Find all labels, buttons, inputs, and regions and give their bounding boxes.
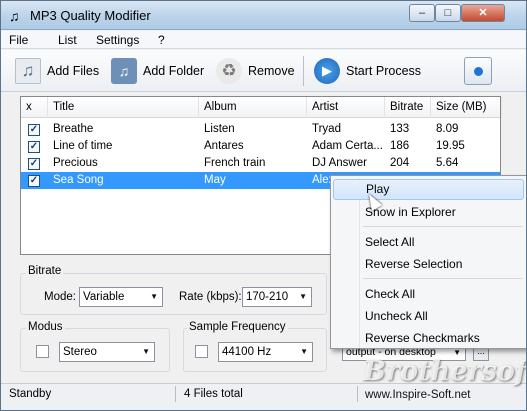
table-row[interactable]: ✓ Breathe Listen Tryad 133 8.09 bbox=[21, 121, 500, 138]
row-title: Breathe bbox=[53, 123, 94, 135]
sample-frequency-label: Sample Frequency bbox=[187, 321, 288, 333]
row-size: 5.64 bbox=[436, 157, 459, 169]
table-row[interactable]: ✓ Precious French train DJ Answer 204 5.… bbox=[21, 155, 500, 172]
column-bitrate[interactable]: Bitrate bbox=[385, 97, 431, 118]
menu-settings[interactable]: Settings bbox=[96, 33, 139, 47]
row-title: Precious bbox=[53, 157, 98, 169]
list-header: x Title Album Artist Bitrate Size (MB) bbox=[21, 97, 502, 118]
table-row[interactable]: ✓ Line of time Antares Adam Certa... 186… bbox=[21, 138, 500, 155]
remove-button[interactable]: ♻ Remove bbox=[216, 56, 295, 86]
row-bitrate: 133 bbox=[390, 123, 410, 135]
row-artist: DJ Answer bbox=[312, 157, 367, 169]
window-title: MP3 Quality Modifier bbox=[30, 8, 151, 23]
row-bitrate: 186 bbox=[390, 140, 410, 152]
add-folder-button[interactable]: ♫ Add Folder bbox=[111, 56, 204, 86]
music-file-icon: ♫ bbox=[15, 58, 41, 84]
column-check[interactable]: x bbox=[21, 97, 48, 118]
row-artist: Tryad bbox=[312, 123, 341, 135]
file-count: 4 Files total bbox=[184, 388, 243, 400]
mode-select-value: Variable bbox=[83, 291, 125, 303]
row-size: 8.09 bbox=[436, 123, 459, 135]
website-link[interactable]: www.Inspire-Soft.net bbox=[365, 389, 470, 401]
sample-frequency-checkbox[interactable] bbox=[195, 345, 208, 358]
row-album: Listen bbox=[204, 123, 235, 135]
mode-select[interactable]: Variable ▼ bbox=[79, 287, 163, 307]
row-size: 19.95 bbox=[436, 140, 465, 152]
chevron-down-icon: ▼ bbox=[142, 347, 150, 356]
menu-item-check-all[interactable]: Check All bbox=[333, 284, 524, 305]
close-button[interactable]: ✕ bbox=[461, 4, 505, 22]
row-bitrate: 204 bbox=[390, 157, 410, 169]
menu-item-select-all[interactable]: Select All bbox=[333, 232, 524, 253]
menu-item-reverse-selection[interactable]: Reverse Selection bbox=[333, 254, 524, 275]
context-menu-separator bbox=[363, 226, 522, 227]
menu-item-uncheck-all[interactable]: Uncheck All bbox=[333, 306, 524, 327]
row-checkbox[interactable]: ✓ bbox=[28, 124, 40, 136]
toolbar-separator bbox=[303, 56, 304, 86]
menu-item-show-in-explorer[interactable]: Show in Explorer bbox=[333, 202, 524, 223]
row-checkbox[interactable]: ✓ bbox=[28, 158, 40, 170]
context-menu-separator bbox=[363, 278, 522, 279]
add-files-button[interactable]: ♫ Add Files bbox=[15, 56, 99, 86]
menu-help[interactable]: ? bbox=[158, 33, 165, 47]
remove-label: Remove bbox=[248, 64, 295, 78]
rate-select[interactable]: 170-210 ▼ bbox=[242, 287, 312, 307]
row-title: Sea Song bbox=[53, 174, 104, 186]
chevron-down-icon: ▼ bbox=[300, 347, 308, 356]
brothersoft-watermark: Brothersoft bbox=[363, 356, 527, 387]
minimize-button[interactable]: ‒ bbox=[409, 4, 435, 22]
music-note-icon: ♫ bbox=[9, 8, 20, 24]
row-title: Line of time bbox=[53, 140, 113, 152]
row-album: French train bbox=[204, 157, 266, 169]
chevron-down-icon: ▼ bbox=[150, 292, 158, 301]
add-folder-label: Add Folder bbox=[143, 64, 205, 78]
maximize-button[interactable]: □ bbox=[435, 4, 461, 22]
row-checkbox[interactable]: ✓ bbox=[28, 175, 40, 187]
row-album: May bbox=[204, 174, 226, 186]
modus-select[interactable]: Stereo ▼ bbox=[59, 342, 155, 362]
sample-frequency-select[interactable]: 44100 Hz ▼ bbox=[218, 342, 313, 362]
status-text: Standby bbox=[9, 388, 52, 400]
menu-item-play[interactable]: Play bbox=[333, 179, 524, 200]
chevron-down-icon: ▼ bbox=[299, 292, 307, 301]
main-window: ♫ MP3 Quality Modifier ‒ □ ✕ File List S… bbox=[0, 0, 527, 411]
row-checkbox[interactable]: ✓ bbox=[28, 141, 40, 153]
column-album[interactable]: Album bbox=[199, 97, 307, 118]
menu-file[interactable]: File bbox=[9, 33, 28, 47]
menu-item-reverse-checkmarks[interactable]: Reverse Checkmarks bbox=[333, 328, 524, 349]
title-bar[interactable]: ♫ MP3 Quality Modifier ‒ □ ✕ bbox=[1, 1, 526, 30]
start-process-label: Start Process bbox=[346, 64, 422, 78]
menu-list[interactable]: List bbox=[58, 33, 77, 47]
play-circle-icon: ▶ bbox=[314, 58, 340, 84]
modus-group-label: Modus bbox=[26, 321, 65, 333]
column-artist[interactable]: Artist bbox=[307, 97, 385, 118]
bitrate-group-label: Bitrate bbox=[26, 265, 64, 277]
rate-select-value: 170-210 bbox=[246, 291, 289, 303]
row-artist: Adam Certa... bbox=[312, 140, 383, 152]
record-button[interactable] bbox=[464, 57, 492, 85]
rate-label: Rate (kbps): bbox=[179, 291, 242, 303]
row-album: Antares bbox=[204, 140, 244, 152]
start-process-button[interactable]: ▶ Start Process bbox=[314, 56, 421, 86]
status-separator bbox=[357, 386, 358, 402]
add-files-label: Add Files bbox=[47, 64, 100, 78]
toolbar: ♫ Add Files ♫ Add Folder ♻ Remove ▶ Star… bbox=[1, 50, 526, 92]
trash-bin-icon: ♻ bbox=[216, 58, 242, 84]
modus-checkbox[interactable] bbox=[36, 345, 49, 358]
mode-label: Mode: bbox=[44, 291, 76, 303]
music-folder-icon: ♫ bbox=[111, 58, 137, 84]
sample-frequency-value: 44100 Hz bbox=[222, 346, 272, 358]
record-dot-icon bbox=[474, 67, 483, 76]
context-menu: Play Show in Explorer Select All Reverse… bbox=[330, 175, 526, 349]
column-title[interactable]: Title bbox=[48, 97, 199, 118]
modus-select-value: Stereo bbox=[63, 346, 97, 358]
menu-bar: File List Settings ? bbox=[1, 31, 526, 49]
column-size[interactable]: Size (MB) bbox=[431, 97, 502, 118]
